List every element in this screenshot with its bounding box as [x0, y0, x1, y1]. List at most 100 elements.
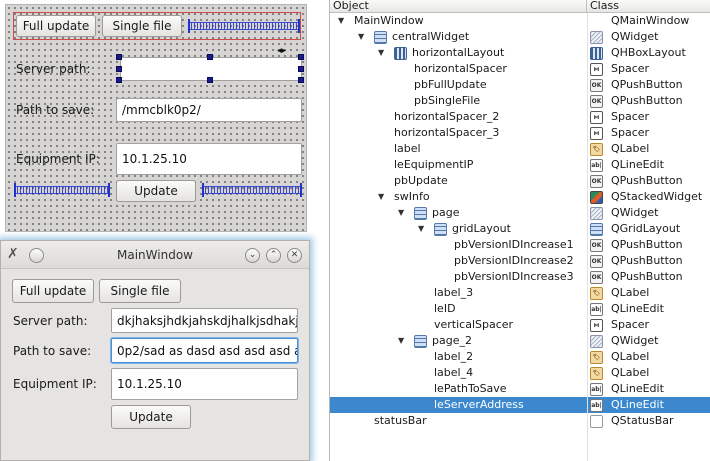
preview-update-button[interactable]: Update	[111, 405, 191, 429]
line-edit-icon: ab|	[590, 383, 603, 396]
tree-row-label-4[interactable]: label_4 🏷 QLabel	[330, 365, 710, 381]
object-name: leEquipmentIP	[394, 158, 474, 171]
class-name: QGridLayout	[611, 222, 681, 235]
tree-row-label-3[interactable]: label_3 🏷 QLabel	[330, 285, 710, 301]
object-column-header[interactable]: Object	[330, 0, 587, 13]
tree-row-pbversionidincrease1[interactable]: pbVersionIDIncrease1 OK QPushButton	[330, 237, 710, 253]
tree-row-pbsinglefile[interactable]: pbSingleFile OK QPushButton	[330, 93, 710, 109]
line-edit-icon: ab|	[590, 303, 603, 316]
tree-row-statusbar[interactable]: statusBar QStatusBar	[330, 413, 710, 429]
label-icon: 🏷	[590, 367, 603, 380]
preview-server-path-field[interactable]: dkjhaksjhdkjahskdjhalkjsdhakjsdh	[111, 308, 298, 333]
spacer-icon: ⋈	[590, 111, 603, 124]
tree-row-label[interactable]: label 🏷 QLabel	[330, 141, 710, 157]
class-name: QPushButton	[611, 174, 683, 187]
preview-single-file-button[interactable]: Single file	[99, 279, 181, 303]
tree-row-page-2[interactable]: ▼ page_2 QWidget	[330, 333, 710, 349]
expand-arrow-icon[interactable]: ▼	[398, 205, 404, 221]
preview-path-to-save-label: Path to save:	[13, 344, 92, 358]
equipment-ip-label: Equipment IP:	[16, 152, 100, 166]
selection-handle[interactable]	[207, 54, 213, 60]
selection-handle[interactable]	[298, 77, 304, 83]
class-name: QLabel	[611, 286, 650, 299]
expand-arrow-icon[interactable]: ▼	[418, 221, 424, 237]
selection-handle[interactable]	[116, 54, 122, 60]
class-column-header[interactable]: Class	[587, 0, 710, 13]
push-button-icon: OK	[590, 271, 603, 284]
class-name: QWidget	[611, 30, 659, 43]
tree-row-pbfullupdate[interactable]: pbFullUpdate OK QPushButton	[330, 77, 710, 93]
close-icon[interactable]: ✕	[287, 248, 302, 263]
spacer-icon: ⋈	[590, 127, 603, 140]
selection-handle[interactable]	[207, 77, 213, 83]
widget-icon	[590, 31, 603, 44]
single-file-button[interactable]: Single file	[102, 15, 182, 37]
widget-icon	[590, 335, 603, 348]
label-icon: 🏷	[590, 143, 603, 156]
push-button-icon: OK	[590, 79, 603, 92]
full-update-button[interactable]: Full update	[16, 15, 96, 37]
tree-row-horizontalspacer-3[interactable]: horizontalSpacer_3 ⋈ Spacer	[330, 125, 710, 141]
tree-row-horizontalspacer-2[interactable]: horizontalSpacer_2 ⋈ Spacer	[330, 109, 710, 125]
selection-handle[interactable]	[116, 66, 122, 72]
update-button[interactable]: Update	[116, 180, 196, 202]
selection-handle[interactable]	[298, 54, 304, 60]
object-name: MainWindow	[354, 14, 424, 27]
tree-row-pbupdate[interactable]: pbUpdate OK QPushButton	[330, 173, 710, 189]
tree-row-horizontalspacer[interactable]: horizontalSpacer ⋈ Spacer	[330, 61, 710, 77]
object-name: statusBar	[374, 414, 427, 427]
line-edit-icon: ab|	[590, 399, 603, 412]
tree-row-horizontallayout[interactable]: ▼ horizontalLayout QHBoxLayout	[330, 45, 710, 61]
widget-icon	[590, 207, 603, 220]
object-name: lePathToSave	[434, 382, 507, 395]
spacer-icon: ⋈	[590, 319, 603, 332]
expand-arrow-icon[interactable]: ▼	[358, 29, 364, 45]
selection-handle[interactable]	[116, 77, 122, 83]
tree-row-leserveraddress[interactable]: leServerAddress ab| QLineEdit	[330, 397, 710, 413]
object-name: pbUpdate	[394, 174, 448, 187]
object-name: label_3	[434, 286, 474, 299]
designer-form-canvas[interactable]: Full update Single file Server path: ◂▸ …	[5, 4, 307, 232]
tree-row-swinfo[interactable]: ▼ swInfo QStackedWidget	[330, 189, 710, 205]
preview-full-update-button[interactable]: Full update	[12, 279, 94, 303]
path-to-save-field[interactable]: /mmcblk0p2/	[116, 98, 302, 122]
tree-row-gridlayout[interactable]: ▼ gridLayout QGridLayout	[330, 221, 710, 237]
stacked-widget-icon	[590, 191, 603, 204]
object-name: horizontalLayout	[412, 46, 505, 59]
label-icon: 🏷	[590, 351, 603, 364]
expand-arrow-icon[interactable]: ▼	[398, 333, 404, 349]
tree-row-verticalspacer[interactable]: verticalSpacer ⋈ Spacer	[330, 317, 710, 333]
tree-row-leequipmentip[interactable]: leEquipmentIP ab| QLineEdit	[330, 157, 710, 173]
equipment-ip-field[interactable]: 10.1.25.10	[116, 143, 302, 175]
preview-path-to-save-field[interactable]: 0p2/sad as dasd asd asd asd asd	[111, 338, 298, 363]
tree-row-mainwindow[interactable]: ▼ MainWindow QMainWindow	[330, 13, 710, 29]
class-name: QPushButton	[611, 94, 683, 107]
tree-row-leid[interactable]: leID ab| QLineEdit	[330, 301, 710, 317]
class-name: QLineEdit	[611, 158, 664, 171]
grid-layout-icon	[590, 223, 603, 236]
class-name: QPushButton	[611, 78, 683, 91]
class-name: QPushButton	[611, 238, 683, 251]
tree-row-centralwidget[interactable]: ▼ centralWidget QWidget	[330, 29, 710, 45]
object-name: pbVersionIDIncrease1	[454, 238, 574, 251]
expand-arrow-icon[interactable]: ▼	[338, 13, 344, 29]
preview-equipment-ip-field[interactable]: 10.1.25.10	[111, 368, 298, 400]
tree-row-pbversionidincrease3[interactable]: pbVersionIDIncrease3 OK QPushButton	[330, 269, 710, 285]
class-name: QPushButton	[611, 270, 683, 283]
tree-row-page[interactable]: ▼ page QWidget	[330, 205, 710, 221]
class-name: QHBoxLayout	[611, 46, 686, 59]
label-icon: 🏷	[590, 287, 603, 300]
chevron-down-icon[interactable]: ⌄	[245, 248, 260, 263]
tree-row-lepathtosave[interactable]: lePathToSave ab| QLineEdit	[330, 381, 710, 397]
object-inspector: Object Class ▼ MainWindow QMainWindow ▼ cent…	[329, 0, 710, 461]
tree-row-label-2[interactable]: label_2 🏷 QLabel	[330, 349, 710, 365]
tree-row-pbversionidincrease2[interactable]: pbVersionIDIncrease2 OK QPushButton	[330, 253, 710, 269]
class-name: QWidget	[611, 334, 659, 347]
chevron-up-icon[interactable]: ⌃	[266, 248, 281, 263]
inspector-header: Object Class	[330, 0, 710, 13]
selection-handle[interactable]	[298, 66, 304, 72]
expand-arrow-icon[interactable]: ▼	[378, 45, 384, 61]
expand-arrow-icon[interactable]: ▼	[378, 189, 384, 205]
window-titlebar[interactable]: ✗ MainWindow ⌄ ⌃ ✕	[1, 241, 309, 269]
class-name: Spacer	[611, 126, 650, 139]
